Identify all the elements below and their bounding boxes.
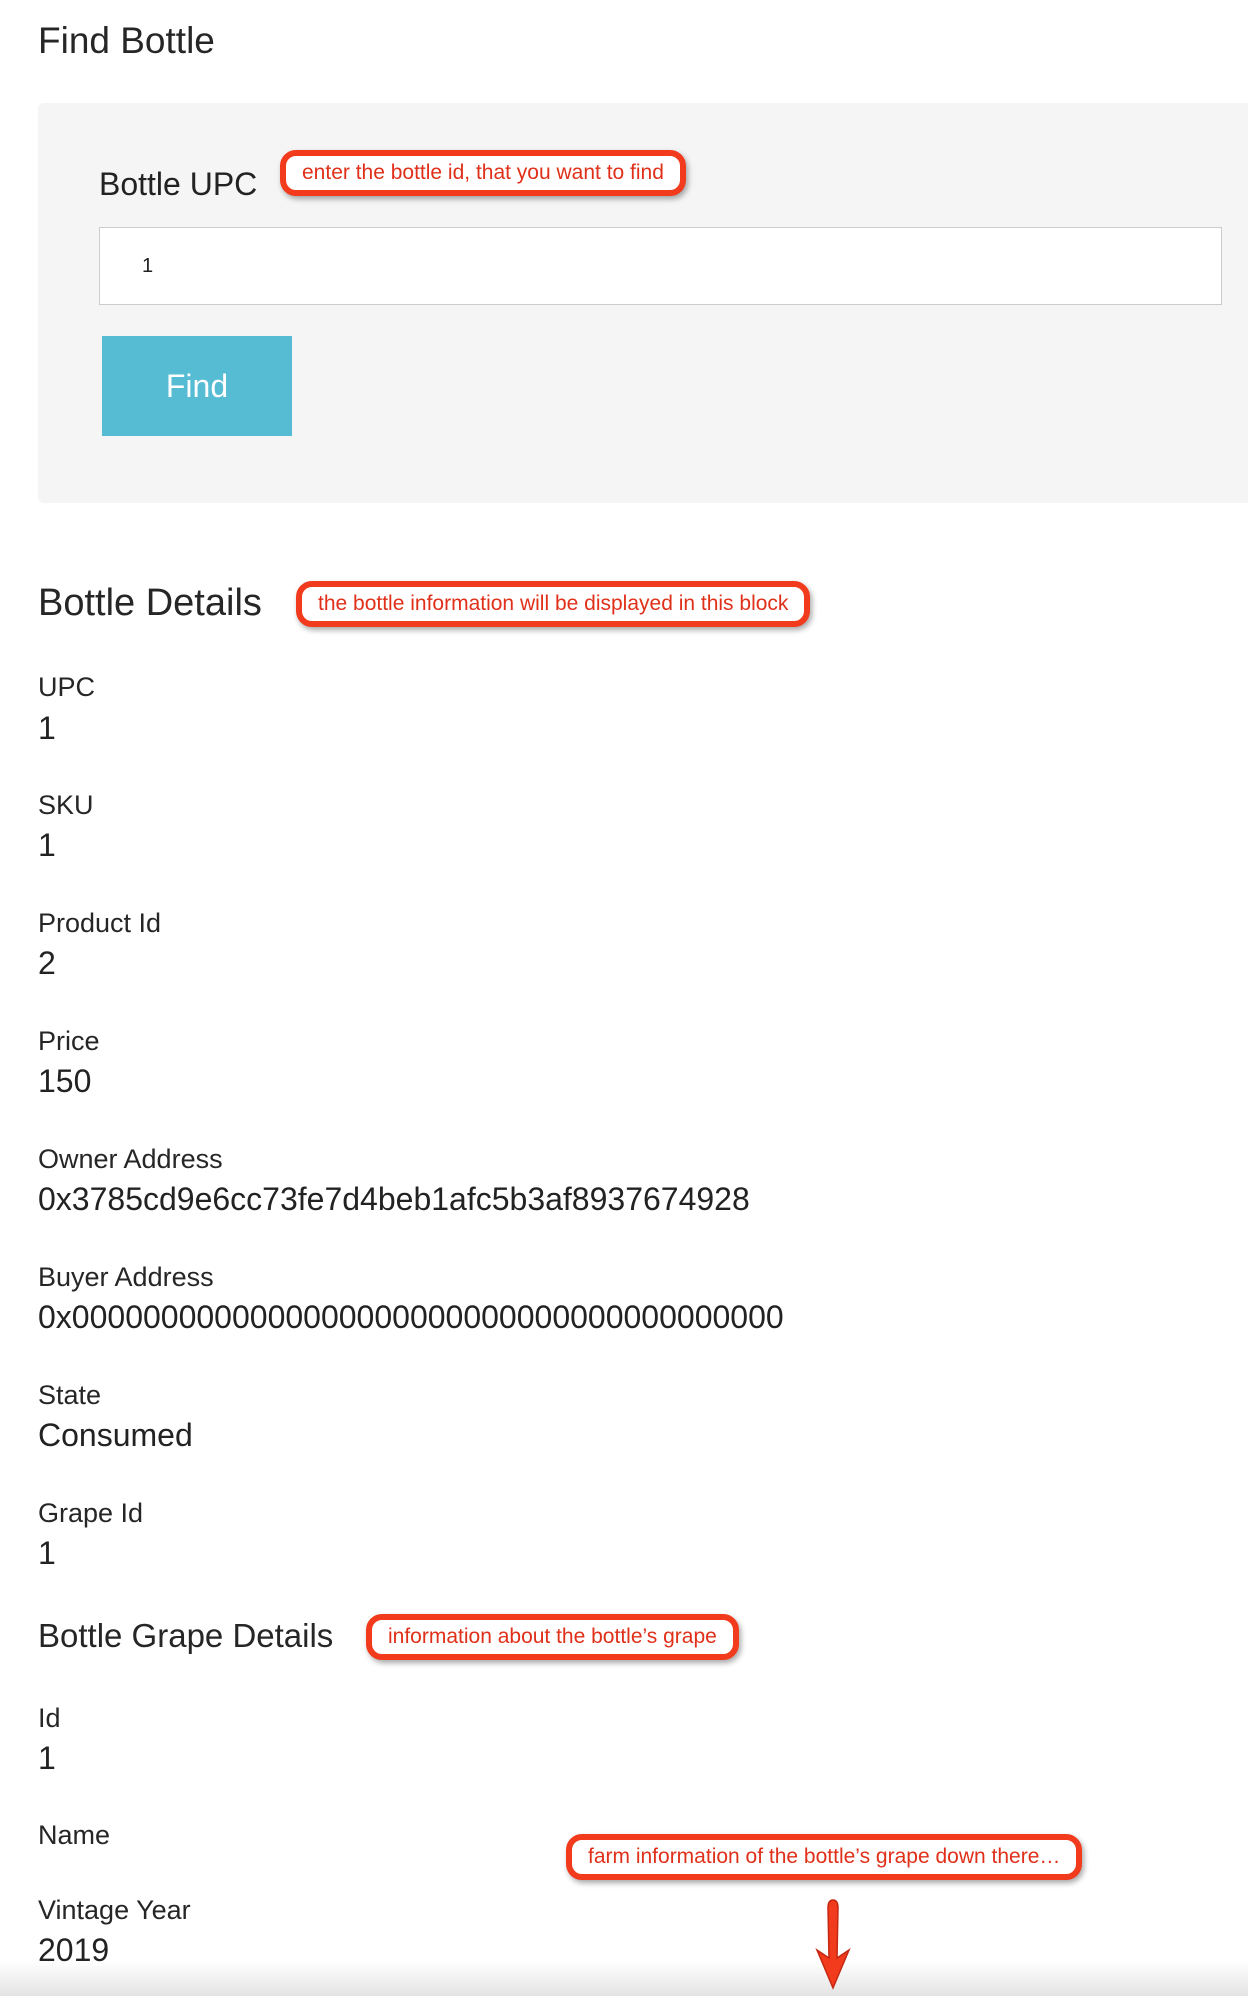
field-label-sku: SKU xyxy=(38,790,94,820)
field-label-product-id: Product Id xyxy=(38,908,162,938)
field-label-upc: UPC xyxy=(38,672,96,702)
bottle-upc-label: Bottle UPC xyxy=(99,166,258,202)
annotation-find: enter the bottle id, that you want to fi… xyxy=(280,150,686,196)
scroll-fade xyxy=(0,1960,1248,1996)
annotation-grape: information about the bottle’s grape xyxy=(366,1614,739,1660)
field-label-vintage-year: Vintage Year xyxy=(38,1895,191,1925)
field-value-state: Consumed xyxy=(38,1417,193,1453)
bottle-upc-input[interactable] xyxy=(99,227,1222,305)
field-value-owner-address: 0x3785cd9e6cc73fe7d4beb1afc5b3af89376749… xyxy=(38,1181,750,1217)
annotation-farm: farm information of the bottle’s grape d… xyxy=(566,1834,1083,1880)
field-label-buyer-address: Buyer Address xyxy=(38,1262,214,1292)
field-value-grape-id-detail: 1 xyxy=(38,1740,56,1776)
find-button[interactable]: Find xyxy=(102,336,292,436)
arrow-down-icon xyxy=(815,1899,851,1990)
field-label-grape-id-detail: Id xyxy=(38,1703,61,1733)
field-label-grape-name: Name xyxy=(38,1820,111,1850)
field-label-owner-address: Owner Address xyxy=(38,1144,223,1174)
bottle-grape-details-title: Bottle Grape Details xyxy=(38,1617,334,1654)
field-value-buyer-address: 0x00000000000000000000000000000000000000… xyxy=(38,1299,784,1335)
field-value-price: 150 xyxy=(38,1063,92,1099)
field-label-state: State xyxy=(38,1380,102,1410)
field-value-grape-id: 1 xyxy=(38,1535,56,1571)
field-label-price: Price xyxy=(38,1026,100,1056)
field-label-grape-id: Grape Id xyxy=(38,1498,144,1528)
bottle-details-title: Bottle Details xyxy=(38,582,262,624)
find-bottle-title: Find Bottle xyxy=(38,20,215,61)
field-value-product-id: 2 xyxy=(38,945,56,981)
annotation-details: the bottle information will be displayed… xyxy=(296,581,811,627)
field-value-upc: 1 xyxy=(38,710,56,746)
field-value-sku: 1 xyxy=(38,827,56,863)
